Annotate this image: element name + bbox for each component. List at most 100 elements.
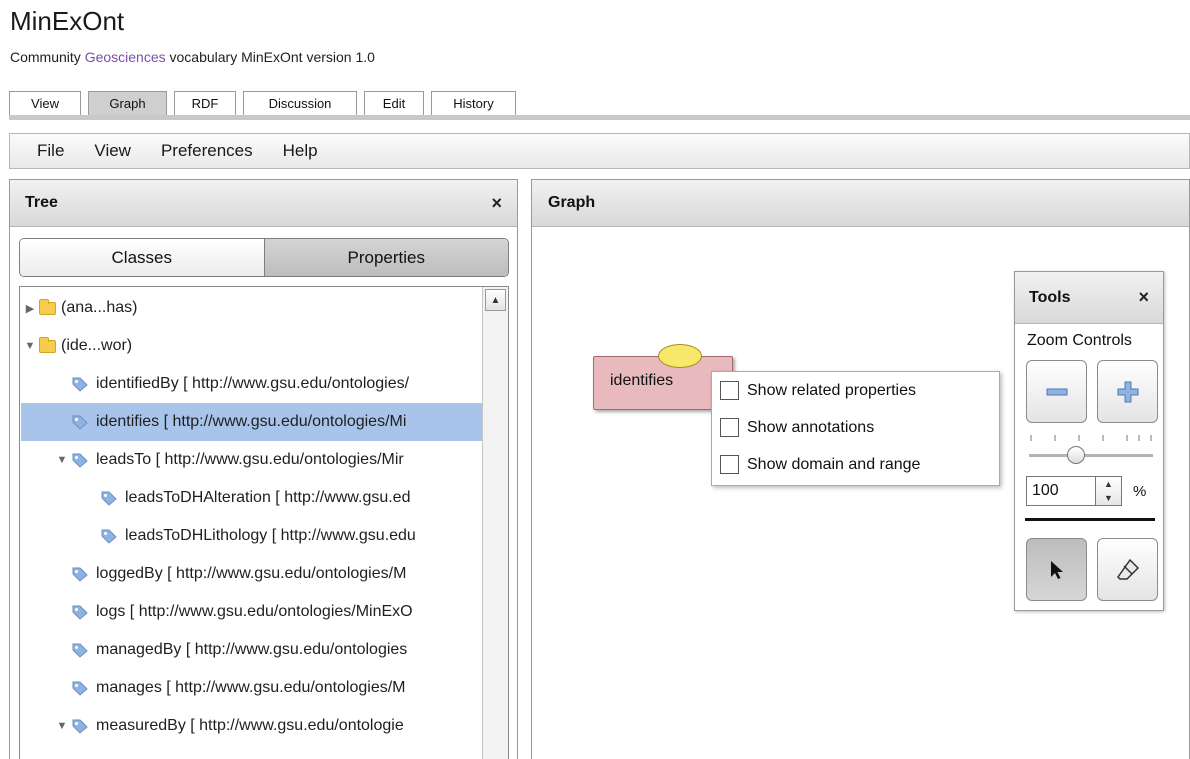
collapse-arrow-icon[interactable]: ▼ xyxy=(55,454,69,466)
tools-header: Tools × xyxy=(1015,272,1163,324)
option-label: Show domain and range xyxy=(747,455,921,473)
tree-panel: Tree × Classes Properties ▶ (ana...has) … xyxy=(9,179,518,759)
zoom-controls-label: Zoom Controls xyxy=(1027,332,1132,349)
folder-icon xyxy=(39,298,56,315)
tree-item-label: managedBy [ http://www.gsu.edu/ontologie… xyxy=(96,641,408,658)
menu-view[interactable]: View xyxy=(67,141,131,161)
tree-scrollbar[interactable]: ▲ xyxy=(482,287,508,759)
node-context-menu: Show related properties Show annotations… xyxy=(711,371,1000,486)
tree-item-folder-ana-has[interactable]: ▶ (ana...has) xyxy=(23,289,485,327)
show-domain-range-option[interactable]: Show domain and range xyxy=(712,446,999,483)
checkbox-icon[interactable] xyxy=(720,455,739,474)
tree-item-label: logs [ http://www.gsu.edu/ontologies/Min… xyxy=(96,603,413,620)
tree-item-label: loggedBy [ http://www.gsu.edu/ontologies… xyxy=(96,565,407,582)
zoom-unit-label: % xyxy=(1133,483,1147,500)
zoom-percent-input[interactable]: 100 xyxy=(1026,476,1096,506)
tree-segmented-control: Classes Properties xyxy=(19,238,509,277)
property-tag-icon xyxy=(72,605,88,620)
properties-tab-button[interactable]: Properties xyxy=(264,239,508,276)
zoom-slider-knob[interactable] xyxy=(1067,446,1086,464)
tab-graph[interactable]: Graph xyxy=(88,91,167,115)
tab-edit[interactable]: Edit xyxy=(364,91,424,115)
zoom-spinner[interactable]: ▲ ▼ xyxy=(1096,476,1122,506)
menu-help[interactable]: Help xyxy=(256,141,318,161)
tab-history[interactable]: History xyxy=(431,91,516,115)
tree-item-folder-ide-wor[interactable]: ▼ (ide...wor) xyxy=(23,327,485,365)
classes-tab-button[interactable]: Classes xyxy=(20,239,265,276)
collapse-arrow-icon[interactable]: ▼ xyxy=(55,720,69,732)
tree-item-logs[interactable]: logs [ http://www.gsu.edu/ontologies/Min… xyxy=(71,593,508,631)
tree-item-measuredBy[interactable]: ▼ measuredBy [ http://www.gsu.edu/ontolo… xyxy=(55,707,508,745)
graph-panel-title: Graph xyxy=(548,194,596,211)
page-subtitle: Community Geosciences vocabulary MinExOn… xyxy=(10,49,375,65)
property-tag-icon xyxy=(72,681,88,696)
subtitle-suffix: vocabulary MinExOnt version 1.0 xyxy=(165,49,375,65)
property-tag-icon xyxy=(72,719,88,734)
property-tree[interactable]: ▶ (ana...has) ▼ (ide...wor) identifiedBy… xyxy=(19,286,509,759)
property-tag-icon xyxy=(101,491,117,506)
tab-rdf[interactable]: RDF xyxy=(174,91,236,115)
tools-title: Tools xyxy=(1029,288,1071,306)
tree-item-label: leadsToDHLithology [ http://www.gsu.edu xyxy=(125,527,416,544)
tree-item-leadsToDHLithology[interactable]: leadsToDHLithology [ http://www.gsu.edu xyxy=(100,517,482,555)
tab-discussion[interactable]: Discussion xyxy=(243,91,357,115)
tree-item-label: leadsTo [ http://www.gsu.edu/ontologies/… xyxy=(96,451,404,468)
page-tabs: View Graph RDF Discussion Edit History xyxy=(9,91,523,115)
tree-item-identifies[interactable]: identifies [ http://www.gsu.edu/ontologi… xyxy=(21,403,485,441)
tree-item-label: manages [ http://www.gsu.edu/ontologies/… xyxy=(96,679,406,696)
tree-close-icon[interactable]: × xyxy=(491,193,502,214)
menu-file[interactable]: File xyxy=(10,141,64,161)
geosciences-link[interactable]: Geosciences xyxy=(85,49,166,65)
zoom-slider-track[interactable] xyxy=(1029,454,1153,457)
pointer-arrow-icon xyxy=(1050,560,1063,579)
tree-item-loggedBy[interactable]: loggedBy [ http://www.gsu.edu/ontologies… xyxy=(71,555,508,593)
eraser-icon xyxy=(1116,558,1139,580)
tree-panel-title: Tree xyxy=(25,194,58,211)
zoom-out-button[interactable] xyxy=(1026,360,1087,423)
tools-palette: Tools × Zoom Controls 100 ▲ ▼ % xyxy=(1014,271,1164,611)
tools-close-icon[interactable]: × xyxy=(1138,287,1149,308)
minus-icon xyxy=(1046,388,1067,395)
tab-underline xyxy=(9,115,1190,120)
property-tag-icon xyxy=(101,529,117,544)
checkbox-icon[interactable] xyxy=(720,381,739,400)
property-tag-icon xyxy=(72,453,88,468)
property-tag-icon xyxy=(72,377,88,392)
tree-item-manages[interactable]: manages [ http://www.gsu.edu/ontologies/… xyxy=(71,669,508,707)
option-label: Show related properties xyxy=(747,381,916,399)
collapse-arrow-icon[interactable]: ▼ xyxy=(23,340,37,352)
graph-panel-header: Graph xyxy=(532,180,1189,227)
scroll-up-arrow-icon[interactable]: ▲ xyxy=(485,289,506,311)
checkbox-icon[interactable] xyxy=(720,418,739,437)
tree-item-label: identifiedBy [ http://www.gsu.edu/ontolo… xyxy=(96,375,410,392)
property-tag-icon xyxy=(72,415,88,430)
expand-arrow-icon[interactable]: ▶ xyxy=(23,302,37,315)
property-tag-icon xyxy=(72,643,88,658)
plus-icon xyxy=(1117,381,1138,402)
option-label: Show annotations xyxy=(747,418,875,436)
tools-divider xyxy=(1025,518,1155,521)
tree-item-label: leadsToDHAlteration [ http://www.gsu.ed xyxy=(125,489,411,506)
tree-item-identifiedBy[interactable]: identifiedBy [ http://www.gsu.edu/ontolo… xyxy=(71,365,508,403)
tree-item-leadsTo[interactable]: ▼ leadsTo [ http://www.gsu.edu/ontologie… xyxy=(55,441,508,479)
tab-view[interactable]: View xyxy=(9,91,81,115)
tree-item-label: (ana...has) xyxy=(61,299,138,316)
zoom-in-button[interactable] xyxy=(1097,360,1158,423)
graph-node-label: identifies xyxy=(610,372,674,389)
menu-bar: File View Preferences Help xyxy=(9,133,1190,169)
tree-item-managedBy[interactable]: managedBy [ http://www.gsu.edu/ontologie… xyxy=(71,631,508,669)
show-related-properties-option[interactable]: Show related properties xyxy=(712,372,999,409)
tree-panel-header: Tree × xyxy=(10,180,517,227)
menu-preferences[interactable]: Preferences xyxy=(134,141,253,161)
eraser-tool-button[interactable] xyxy=(1097,538,1158,601)
tree-item-label: identifies [ http://www.gsu.edu/ontologi… xyxy=(96,413,407,430)
node-handle-ellipse[interactable] xyxy=(658,344,702,368)
show-annotations-option[interactable]: Show annotations xyxy=(712,409,999,446)
spinner-down-icon[interactable]: ▼ xyxy=(1096,491,1121,505)
spinner-up-icon[interactable]: ▲ xyxy=(1096,477,1121,491)
pointer-tool-button[interactable] xyxy=(1026,538,1087,601)
zoom-slider-ticks xyxy=(1030,435,1152,441)
tree-item-leadsToDHAlteration[interactable]: leadsToDHAlteration [ http://www.gsu.ed xyxy=(100,479,482,517)
graph-panel: Graph identifies Show related properties… xyxy=(531,179,1190,759)
tree-item-label: (ide...wor) xyxy=(61,337,133,354)
